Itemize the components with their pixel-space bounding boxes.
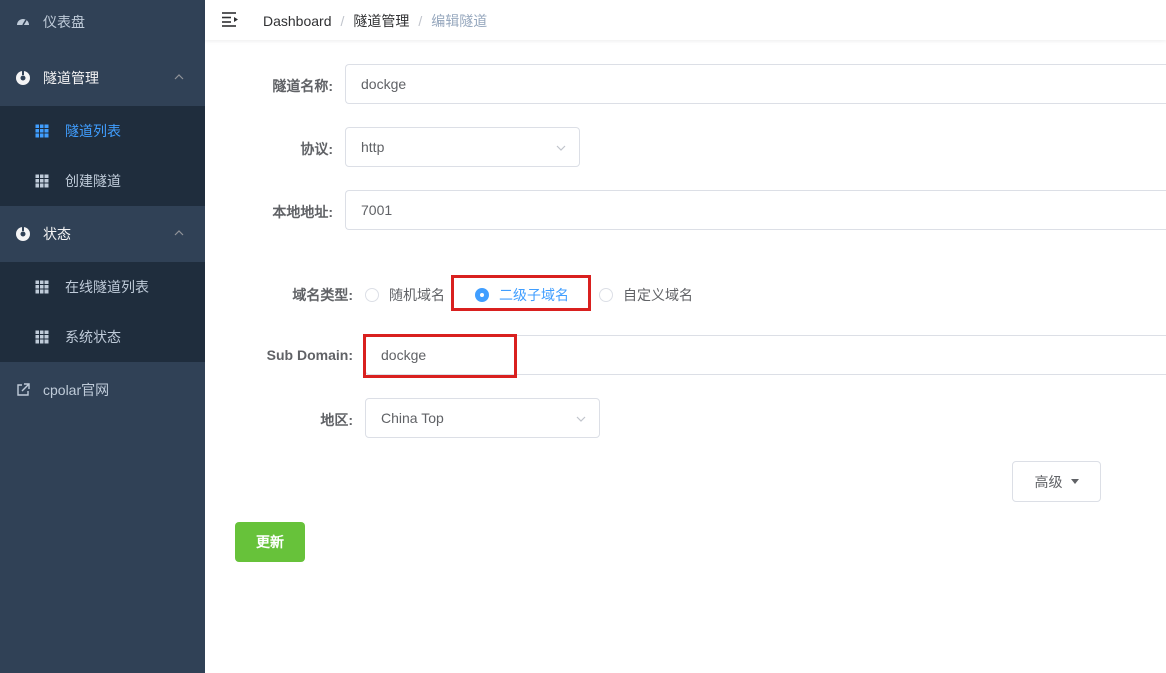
menu-online-tunnels-label: 在线隧道列表 bbox=[65, 279, 149, 295]
table-icon bbox=[35, 280, 49, 294]
menu-online-tunnels[interactable]: 在线隧道列表 bbox=[0, 262, 205, 312]
chevron-down-icon bbox=[575, 412, 587, 428]
hamburger-icon[interactable] bbox=[221, 10, 239, 28]
submenu-tunnel-management: 隧道列表 创建隧道 bbox=[0, 106, 205, 206]
highlight-box-subdomain-radio bbox=[451, 275, 591, 311]
subdomain-label: Sub Domain: bbox=[266, 347, 353, 363]
external-link-icon bbox=[15, 382, 31, 398]
submenu-status: 在线隧道列表 系统状态 bbox=[0, 262, 205, 362]
tunnel-name-label: 隧道名称: bbox=[272, 78, 333, 94]
radio-random-domain-label: 随机域名 bbox=[389, 287, 445, 303]
region-value: China Top bbox=[381, 410, 444, 426]
menu-tunnel-management-label: 隧道管理 bbox=[43, 70, 99, 86]
region-label: 地区: bbox=[320, 412, 353, 428]
advanced-button-label: 高级 bbox=[1034, 473, 1063, 490]
radio-custom-domain[interactable]: 自定义域名 bbox=[599, 285, 693, 305]
sidebar: 仪表盘 隧道管理 隧道列表 创建隧道 状态 在线隧道列表 系统状态 cpolar… bbox=[0, 0, 205, 673]
highlight-box-subdomain-input bbox=[363, 334, 517, 378]
chevron-up-icon bbox=[173, 70, 185, 86]
radio-circle bbox=[365, 288, 379, 302]
navbar: Dashboard / 隧道管理 / 编辑隧道 bbox=[205, 0, 1166, 40]
menu-create-tunnel[interactable]: 创建隧道 bbox=[0, 156, 205, 206]
tunnel-name-input[interactable]: dockge bbox=[345, 64, 1166, 104]
radio-random-domain[interactable]: 随机域名 bbox=[365, 285, 445, 305]
breadcrumb-current: 编辑隧道 bbox=[431, 13, 488, 29]
menu-cpolar-site[interactable]: cpolar官网 bbox=[0, 362, 205, 418]
local-address-label: 本地地址: bbox=[272, 204, 333, 220]
advanced-button[interactable]: 高级 bbox=[1012, 461, 1101, 502]
menu-cpolar-site-label: cpolar官网 bbox=[43, 382, 110, 398]
update-button-label: 更新 bbox=[256, 534, 284, 550]
tunnel-name-value: dockge bbox=[361, 76, 407, 92]
menu-dashboard[interactable]: 仪表盘 bbox=[0, 0, 205, 50]
update-button[interactable]: 更新 bbox=[235, 522, 305, 562]
table-icon bbox=[35, 330, 49, 344]
breadcrumb-separator: / bbox=[418, 13, 423, 29]
breadcrumb-separator: / bbox=[340, 13, 345, 29]
breadcrumb: Dashboard / 隧道管理 / 编辑隧道 bbox=[263, 11, 487, 31]
chevron-down-icon bbox=[555, 141, 567, 157]
menu-status-label: 状态 bbox=[43, 226, 71, 242]
menu-status[interactable]: 状态 bbox=[0, 206, 205, 262]
radio-circle bbox=[599, 288, 613, 302]
menu-tunnel-management[interactable]: 隧道管理 bbox=[0, 50, 205, 106]
menu-system-status-label: 系统状态 bbox=[65, 329, 121, 345]
table-icon bbox=[35, 174, 49, 188]
menu-dashboard-label: 仪表盘 bbox=[43, 14, 85, 30]
status-icon bbox=[15, 226, 31, 242]
radio-custom-domain-label: 自定义域名 bbox=[623, 287, 693, 303]
table-icon bbox=[35, 124, 49, 138]
protocol-value: http bbox=[361, 139, 385, 155]
menu-tunnel-list-label: 隧道列表 bbox=[65, 123, 121, 139]
menu-create-tunnel-label: 创建隧道 bbox=[65, 173, 121, 189]
menu-system-status[interactable]: 系统状态 bbox=[0, 312, 205, 362]
region-select[interactable]: China Top bbox=[365, 398, 600, 438]
local-address-value: 7001 bbox=[361, 202, 393, 218]
dashboard-icon bbox=[15, 14, 31, 30]
caret-down-icon bbox=[1070, 479, 1079, 484]
protocol-label: 协议: bbox=[300, 141, 333, 157]
tunnel-management-icon bbox=[15, 70, 31, 86]
domain-type-label: 域名类型: bbox=[292, 287, 353, 303]
menu-tunnel-list[interactable]: 隧道列表 bbox=[0, 106, 205, 156]
chevron-up-icon bbox=[173, 226, 185, 242]
breadcrumb-tunnel-management[interactable]: 隧道管理 bbox=[353, 11, 409, 31]
local-address-input[interactable]: 7001 bbox=[345, 190, 1166, 230]
breadcrumb-dashboard[interactable]: Dashboard bbox=[263, 13, 332, 29]
protocol-select[interactable]: http bbox=[345, 127, 580, 167]
